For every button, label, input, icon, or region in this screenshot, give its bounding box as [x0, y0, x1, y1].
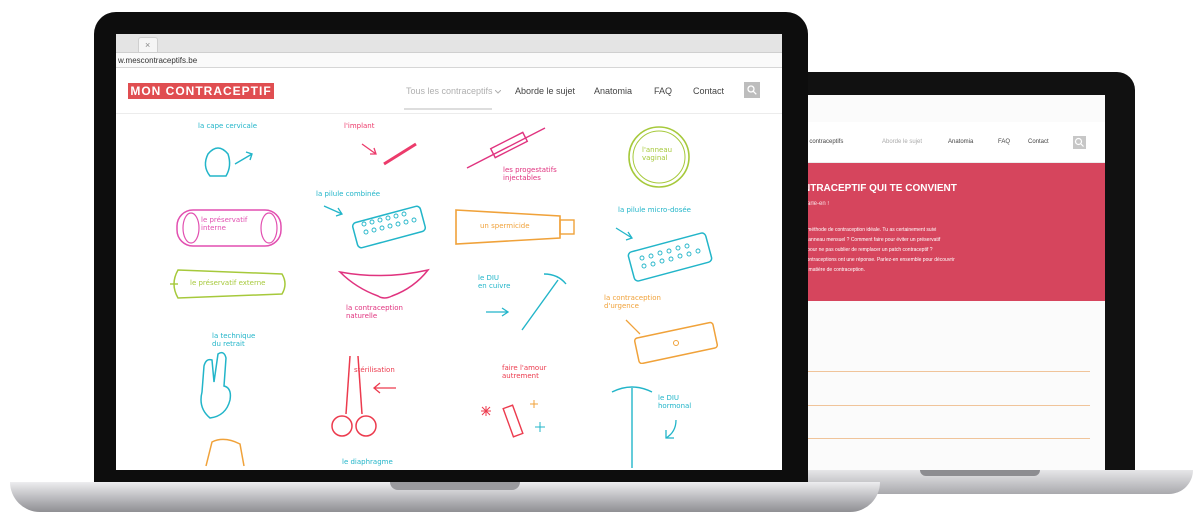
doodle-label: les progestatifs injectables — [503, 166, 557, 182]
search-button[interactable] — [744, 82, 760, 98]
back-hero-line: in anneau mensuel ? Comment faire pour é… — [803, 237, 941, 243]
doodle-label: l'anneau vaginal — [642, 146, 673, 162]
fireworks-icon — [481, 400, 545, 438]
doodle-pilule-combinee[interactable]: la pilule combinée — [316, 190, 436, 255]
pill-pack-icon — [323, 205, 427, 249]
doodle-label: le diaphragme — [342, 458, 393, 466]
doodle-label: l'implant — [344, 122, 375, 130]
nav-faq[interactable]: FAQ — [654, 84, 672, 98]
doodle-label: le DIU hormonal — [658, 394, 692, 410]
doodle-cape-cervicale[interactable]: la cape cervicale — [176, 122, 286, 192]
doodle-contraception-urgence[interactable]: la contraception d'urgence — [604, 294, 724, 364]
doodle-progestatifs-injectables[interactable]: les progestatifs injectables — [461, 122, 591, 192]
contraceptive-doodle-grid: la cape cervicale l'implant les progesta… — [116, 114, 782, 470]
back-hero-line: Contraceptions ont une réponse. Parlez-e… — [803, 257, 955, 263]
doodle-label: la cape cervicale — [198, 122, 258, 130]
chevron-down-icon — [494, 89, 502, 94]
nav-label: Tous les contraceptifs — [406, 86, 493, 96]
front-laptop-notch — [390, 482, 520, 490]
back-hero-title: NTRACEPTIF QUI TE CONVIENT — [803, 183, 957, 194]
back-laptop-screen: les contraceptifs Aborde le sujet Anatom… — [800, 95, 1105, 470]
cervical-cap-icon — [204, 147, 253, 177]
nav-tous-les-contraceptifs[interactable]: Tous les contraceptifs — [406, 84, 502, 98]
doodle-diaphragme[interactable]: le diaphragme — [342, 458, 442, 470]
nav-anatomia[interactable]: Anatomia — [594, 84, 632, 98]
hormonal-iud-icon — [611, 386, 653, 468]
doodle-sponge[interactable] — [200, 436, 250, 470]
back-site-header: les contraceptifs Aborde le sujet Anatom… — [800, 122, 1105, 163]
implant-icon — [361, 142, 417, 166]
back-hero-banner: NTRACEPTIF QUI TE CONVIENT Parle-en ! a … — [800, 163, 1105, 301]
doodle-label: la technique du retrait — [212, 332, 256, 348]
back-nav-anatomia[interactable]: Anatomia — [948, 138, 973, 146]
doodle-spermicide[interactable]: un spermicide — [452, 206, 582, 251]
back-nav-faq[interactable]: FAQ — [998, 138, 1010, 146]
doodle-contraception-naturelle[interactable]: la contraception naturelle — [334, 264, 454, 334]
nav-aborde-le-sujet[interactable]: Aborde le sujet — [515, 84, 575, 98]
back-laptop-notch — [920, 470, 1040, 476]
site-logo[interactable]: MON CONTRACEPTIF — [128, 83, 274, 99]
doodle-label: stérilisation — [354, 366, 395, 374]
browser-tab[interactable]: × — [138, 37, 158, 52]
back-divider — [800, 405, 1090, 406]
emergency-pill-icon — [625, 319, 719, 364]
address-bar[interactable]: w.mescontraceptifs.be — [116, 53, 782, 68]
doodle-sterilisation[interactable]: stérilisation — [324, 354, 434, 444]
doodle-label: faire l'amour autrement — [502, 364, 547, 380]
back-nav-aborde-le-sujet[interactable]: Aborde le sujet — [882, 138, 922, 146]
crossed-fingers-icon — [200, 351, 232, 419]
doodle-faire-amour-autrement[interactable]: faire l'amour autrement — [466, 364, 576, 454]
doodle-label: le préservatif externe — [190, 279, 266, 287]
site-header: MON CONTRACEPTIF Tous les contraceptifs … — [116, 69, 782, 114]
back-divider — [800, 371, 1090, 372]
back-hero-text: a méthode de contraception idéale. Tu as… — [803, 225, 993, 275]
doodle-preservatif-externe[interactable]: le préservatif externe — [164, 264, 294, 306]
close-icon[interactable]: × — [145, 40, 150, 50]
doodle-anneau-vaginal[interactable]: l'anneau vaginal — [626, 124, 696, 194]
copper-iud-icon — [486, 273, 567, 331]
doodle-diu-hormonal[interactable]: le DIU hormonal — [602, 382, 712, 470]
doodle-label: la contraception d'urgence — [604, 294, 661, 310]
doodle-label: un spermicide — [480, 222, 530, 230]
back-hero-line: e pour ne pas oublier de remplacer un pa… — [803, 247, 933, 253]
pill-pack-icon — [615, 227, 713, 282]
doodle-pilule-micro-dosee[interactable]: la pilule micro-dosée — [606, 206, 726, 286]
doodle-label: le préservatif interne — [201, 216, 248, 232]
back-search-button[interactable] — [1073, 136, 1086, 149]
underwear-icon — [337, 268, 430, 299]
doodle-label: la pilule micro-dosée — [618, 206, 691, 214]
doodle-implant[interactable]: l'implant — [344, 122, 454, 182]
front-laptop-screen: × w.mescontraceptifs.be MON CONTRACEPTIF… — [116, 34, 782, 470]
back-hero-line: te matière de contraception. — [803, 267, 865, 273]
arrow-icon — [665, 419, 677, 439]
arrow-icon — [372, 382, 396, 394]
doodle-label: la contraception naturelle — [346, 304, 403, 320]
nav-active-underline — [404, 108, 492, 110]
back-nav-contact[interactable]: Contact — [1028, 138, 1049, 146]
doodle-preservatif-interne[interactable]: le préservatif interne — [171, 204, 291, 254]
nav-contact[interactable]: Contact — [693, 84, 724, 98]
doodle-diu-cuivre[interactable]: le DIU en cuivre — [466, 270, 576, 340]
back-divider — [800, 438, 1090, 439]
sponge-icon — [205, 438, 245, 467]
doodle-technique-retrait[interactable]: la technique du retrait — [186, 332, 276, 422]
search-icon — [1074, 137, 1084, 147]
browser-tab-bar: × — [116, 34, 782, 53]
back-hero-line: a méthode de contraception idéale. Tu as… — [803, 227, 937, 233]
search-icon — [747, 85, 757, 95]
doodle-label: la pilule combinée — [316, 190, 381, 198]
syringe-icon — [466, 127, 546, 169]
